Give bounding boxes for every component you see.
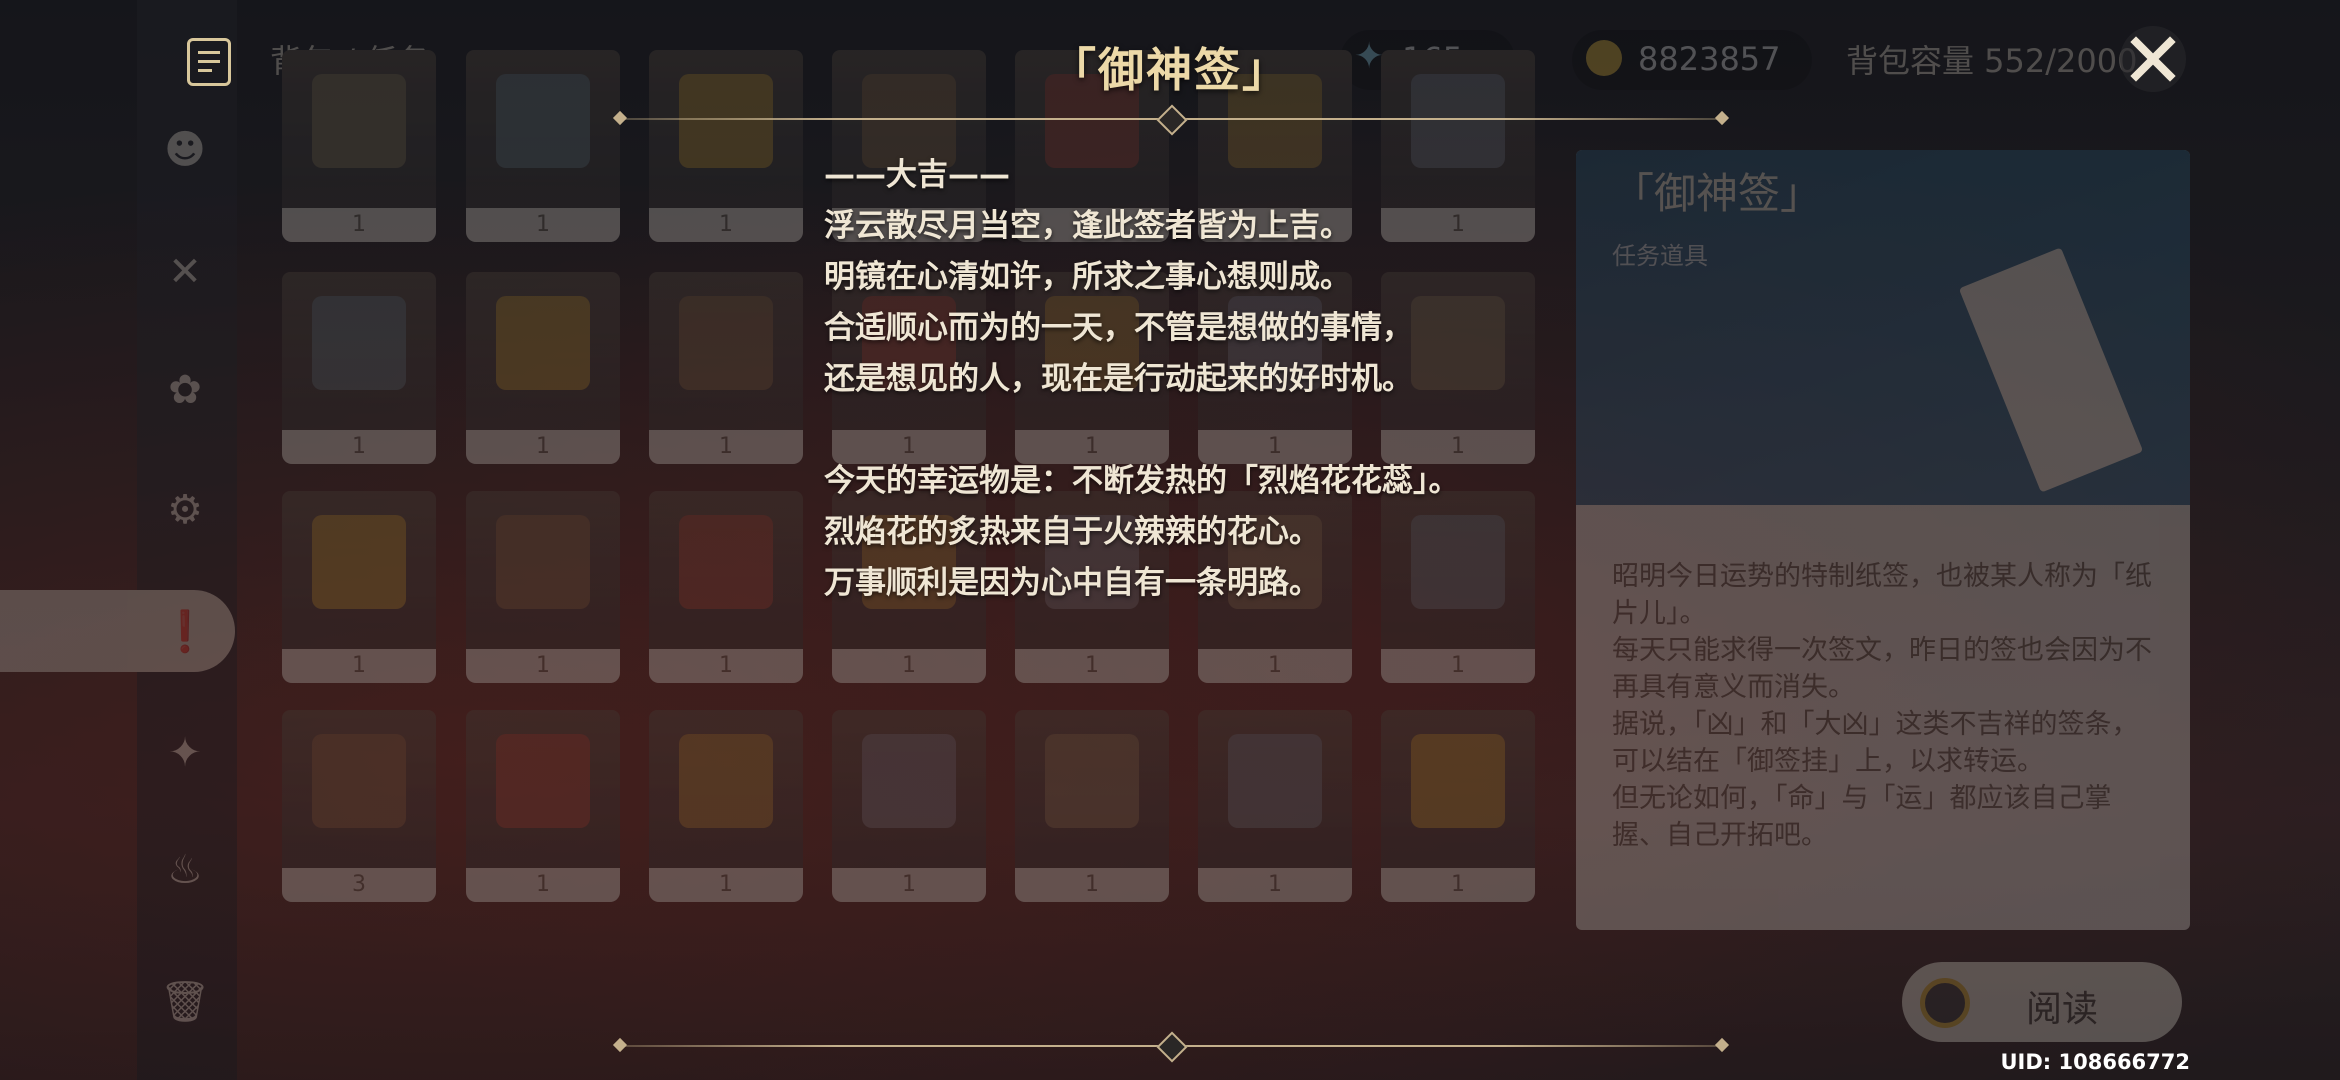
fortune-line: 浮云散尽月当空，逢此签者皆为上吉。 <box>824 208 1351 244</box>
top-divider <box>612 104 1730 136</box>
close-icon <box>2130 36 2176 82</box>
fortune-blank-line <box>824 405 1564 456</box>
fortune-line: 还是想见的人，现在是行动起来的好时机。 <box>824 361 1413 397</box>
fortune-line: 万事顺利是因为心中自有一条明路。 <box>824 565 1320 601</box>
uid-label: UID: 108666772 <box>2000 1050 2190 1074</box>
close-button[interactable] <box>2120 26 2186 92</box>
fortune-line: 合适顺心而为的一天，不管是想做的事情， <box>824 310 1413 346</box>
fortune-text: ——大吉—— 浮云散尽月当空，逢此签者皆为上吉。 明镜在心清如许，所求之事心想则… <box>824 150 1564 609</box>
fortune-slip-title: 「御神签」 <box>1050 43 1290 97</box>
fortune-level: ——大吉—— <box>824 157 1010 193</box>
bottom-divider <box>612 1031 1730 1063</box>
lucky-item-line: 今天的幸运物是：不断发热的「烈焰花花蕊」。 <box>824 463 1460 499</box>
fortune-line: 烈焰花的炙热来自于火辣辣的花心。 <box>824 514 1320 550</box>
fortune-line: 明镜在心清如许，所求之事心想则成。 <box>824 259 1351 295</box>
